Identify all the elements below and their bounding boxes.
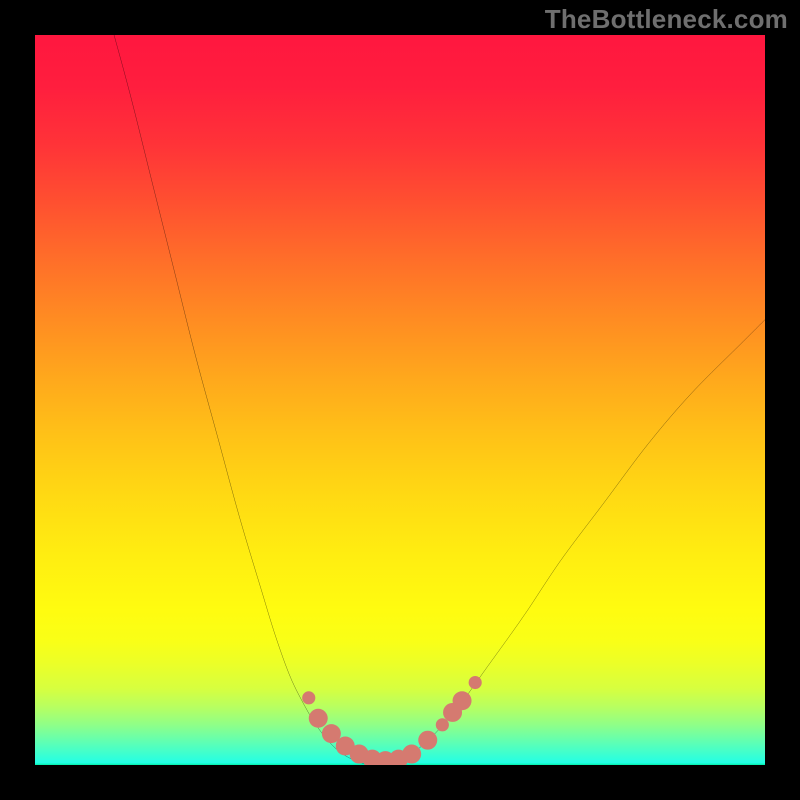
bottleneck-curve bbox=[108, 35, 765, 765]
curve-layer bbox=[108, 35, 765, 765]
highlight-dot bbox=[309, 709, 328, 728]
highlight-dot bbox=[469, 676, 482, 689]
watermark-text: TheBottleneck.com bbox=[545, 4, 788, 35]
highlight-dot bbox=[436, 718, 449, 731]
highlight-dot bbox=[402, 745, 421, 764]
plot-area bbox=[35, 35, 765, 765]
highlight-dot bbox=[453, 691, 472, 710]
chart-frame: TheBottleneck.com bbox=[0, 0, 800, 800]
highlight-points bbox=[302, 676, 482, 765]
highlight-dot bbox=[302, 691, 315, 704]
chart-svg bbox=[35, 35, 765, 765]
highlight-dot bbox=[418, 731, 437, 750]
